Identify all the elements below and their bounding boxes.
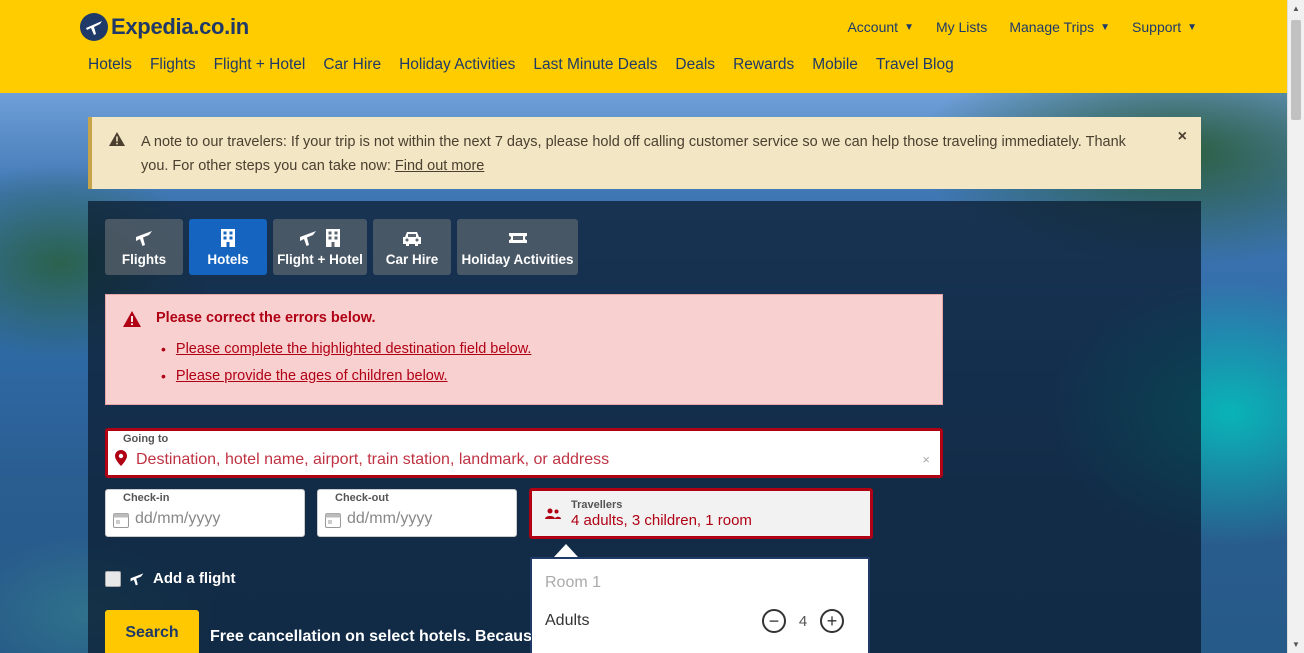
plane-icon	[130, 572, 144, 585]
scroll-down-icon[interactable]: ▼	[1292, 640, 1300, 649]
plane-icon	[300, 231, 316, 246]
warning-icon	[109, 132, 125, 151]
map-pin-icon	[115, 450, 127, 471]
nav-last-minute-deals[interactable]: Last Minute Deals	[533, 56, 657, 74]
main-navigation: Hotels Flights Flight + Hotel Car Hire H…	[88, 56, 954, 74]
search-panel: Flights Hotels Flight + Hotel Car Hire H…	[88, 201, 1201, 653]
nav-deals[interactable]: Deals	[675, 56, 715, 74]
error-list: Please complete the highlighted destinat…	[161, 341, 532, 395]
error-item: Please provide the ages of children belo…	[161, 368, 531, 384]
free-cancellation-text: Free cancellation on select hotels. Beca…	[210, 628, 531, 645]
product-tabs: Flights Hotels Flight + Hotel Car Hire H…	[105, 219, 578, 275]
tab-holiday-activities[interactable]: Holiday Activities	[457, 219, 578, 275]
traveler-notice-banner: A note to our travelers: If your trip is…	[88, 117, 1201, 189]
car-icon	[403, 232, 421, 246]
chevron-down-icon: ▼	[1187, 21, 1197, 33]
tab-car-hire[interactable]: Car Hire	[373, 219, 451, 275]
nav-travel-blog[interactable]: Travel Blog	[876, 56, 954, 74]
travellers-field[interactable]: Travellers 4 adults, 3 children, 1 room	[529, 488, 873, 539]
children-ages-error-link[interactable]: Please provide the ages of children belo…	[176, 368, 448, 384]
scroll-thumb[interactable]	[1291, 20, 1301, 120]
add-flight-option: Add a flight	[105, 570, 236, 587]
tab-flights[interactable]: Flights	[105, 219, 183, 275]
people-icon	[545, 507, 561, 525]
going-to-field[interactable]: Going to ×	[105, 428, 943, 478]
building-icon	[221, 229, 235, 247]
warning-icon	[123, 311, 141, 332]
support-menu[interactable]: Support ▼	[1132, 19, 1197, 35]
tab-hotels[interactable]: Hotels	[189, 219, 267, 275]
calendar-icon	[113, 512, 129, 533]
plus-icon[interactable]: +	[820, 609, 844, 633]
checkout-label: Check-out	[335, 492, 389, 504]
checkout-field[interactable]: Check-out	[317, 489, 517, 537]
going-to-label: Going to	[123, 433, 169, 445]
site-header: Expedia.co.in Account ▼ My Lists Manage T…	[0, 0, 1287, 93]
popover-arrow	[554, 544, 578, 557]
page-scrollbar[interactable]: ▲ ▼	[1287, 0, 1304, 653]
adults-label: Adults	[545, 612, 590, 629]
add-flight-label: Add a flight	[153, 570, 236, 587]
chevron-down-icon: ▼	[1100, 21, 1111, 33]
add-flight-checkbox[interactable]	[105, 570, 121, 587]
nav-hotels[interactable]: Hotels	[88, 56, 132, 74]
manage-trips-menu[interactable]: Manage Trips ▼	[1009, 19, 1110, 35]
nav-mobile[interactable]: Mobile	[812, 56, 858, 74]
error-summary: Please correct the errors below. Please …	[105, 294, 943, 405]
calendar-icon	[325, 512, 341, 533]
plane-icon	[136, 231, 152, 246]
find-out-more-link[interactable]: Find out more	[395, 158, 484, 174]
scroll-up-icon[interactable]: ▲	[1292, 4, 1300, 13]
nav-car-hire[interactable]: Car Hire	[323, 56, 381, 74]
building-icon	[326, 229, 340, 247]
adults-count: 4	[798, 612, 808, 630]
checkout-input[interactable]	[347, 510, 507, 528]
checkin-label: Check-in	[123, 492, 170, 504]
nav-flight-hotel[interactable]: Flight + Hotel	[214, 56, 306, 74]
checkin-input[interactable]	[135, 510, 295, 528]
minus-icon[interactable]: −	[762, 609, 786, 633]
ticket-icon	[508, 233, 527, 243]
room-title: Room 1	[545, 574, 602, 591]
expedia-logo[interactable]: Expedia.co.in	[80, 13, 249, 41]
nav-holiday-activities[interactable]: Holiday Activities	[399, 56, 515, 74]
my-lists-link[interactable]: My Lists	[936, 19, 987, 35]
checkin-field[interactable]: Check-in	[105, 489, 305, 537]
nav-rewards[interactable]: Rewards	[733, 56, 794, 74]
close-icon[interactable]: ×	[1178, 128, 1187, 146]
clear-icon[interactable]: ×	[922, 452, 930, 467]
search-button[interactable]: Search	[105, 610, 199, 653]
chevron-down-icon: ▼	[904, 21, 914, 33]
error-title: Please correct the errors below.	[156, 310, 376, 326]
tab-flight-hotel[interactable]: Flight + Hotel	[273, 219, 367, 275]
adults-stepper: − 4 +	[762, 609, 844, 633]
travellers-label: Travellers	[571, 499, 623, 511]
destination-input[interactable]	[136, 451, 896, 469]
travellers-value: 4 adults, 3 children, 1 room	[571, 512, 752, 529]
plane-globe-icon	[80, 13, 108, 41]
nav-flights[interactable]: Flights	[150, 56, 196, 74]
account-links: Account ▼ My Lists Manage Trips ▼ Support ▼	[847, 19, 1197, 35]
error-item: Please complete the highlighted destinat…	[161, 341, 532, 357]
account-menu[interactable]: Account ▼	[847, 19, 914, 35]
destination-error-link[interactable]: Please complete the highlighted destinat…	[176, 341, 532, 357]
brand-name: Expedia.co.in	[111, 14, 249, 39]
notice-text: A note to our travelers: If your trip is…	[141, 134, 1126, 174]
travellers-popover: Room 1 Adults − 4 +	[530, 557, 870, 653]
